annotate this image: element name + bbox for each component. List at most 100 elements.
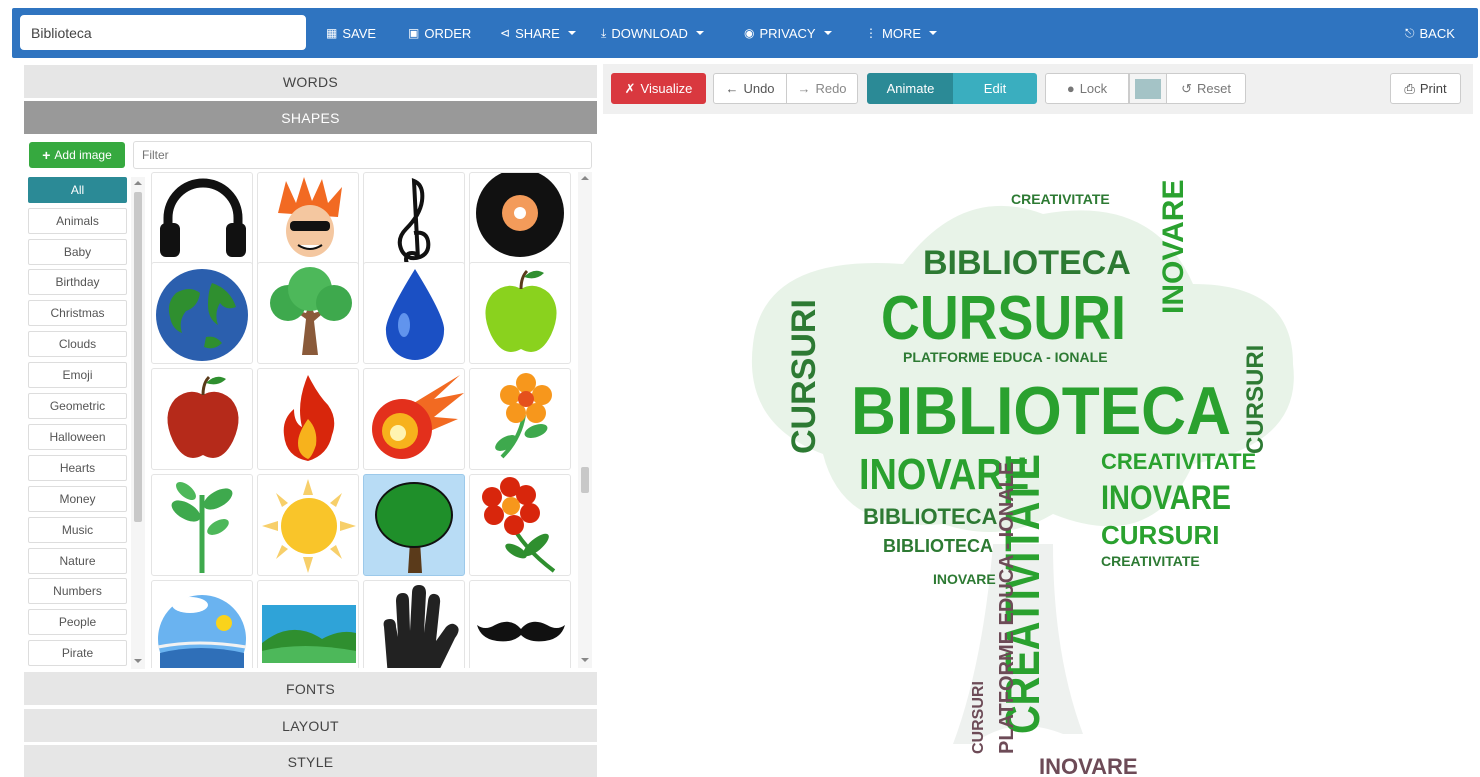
- cloud-word: CURSURI: [970, 681, 987, 754]
- sprout-icon[interactable]: [151, 474, 253, 576]
- print-button[interactable]: ⎙ Print: [1390, 73, 1461, 104]
- section-fonts[interactable]: FONTS: [24, 672, 597, 705]
- chevron-down-icon: [823, 31, 832, 35]
- earth-globe-icon[interactable]: [151, 262, 253, 364]
- tree-icon[interactable]: [363, 474, 465, 576]
- printer-icon: ⎙: [1404, 80, 1415, 96]
- back-button[interactable]: ⎋ BACK: [1405, 23, 1455, 43]
- red-flower-icon[interactable]: [469, 474, 571, 576]
- cloud-word: BIBLIOTECA: [883, 536, 993, 556]
- cloud-word: CREATIVITATE: [1101, 553, 1200, 569]
- top-toolbar: ▦SAVE ▣ORDER ⊲SHARE ⤓DOWNLOAD ◉PRIVACY ⋮…: [12, 8, 1478, 58]
- category-list: All Animals Baby Birthday Christmas Clou…: [28, 177, 128, 669]
- flower-icon[interactable]: [469, 368, 571, 470]
- cloud-word: BIBLIOTECA: [923, 244, 1131, 282]
- undo-arrow-icon: ←: [725, 81, 739, 96]
- section-style[interactable]: STYLE: [24, 745, 597, 777]
- red-apple-icon[interactable]: [151, 368, 253, 470]
- treble-clef-icon[interactable]: [363, 172, 465, 274]
- scroll-thumb[interactable]: [134, 192, 142, 522]
- visualize-button[interactable]: ✗ Visualize: [611, 73, 706, 104]
- category-item[interactable]: All: [28, 177, 127, 203]
- water-drop-icon[interactable]: [363, 262, 465, 364]
- cloud-word: CREATIVITATE: [1101, 449, 1256, 474]
- headphones-icon[interactable]: [151, 172, 253, 274]
- cloud-word: CURSURI: [881, 284, 1126, 353]
- privacy-menu[interactable]: ◉ PRIVACY: [744, 23, 832, 43]
- category-item[interactable]: Nature: [28, 548, 127, 574]
- eye-icon: ◉: [744, 26, 755, 40]
- fireball-icon[interactable]: [363, 368, 465, 470]
- scroll-down-arrow-icon[interactable]: [134, 659, 142, 663]
- shape-grid-scrollbar[interactable]: [578, 172, 592, 668]
- category-item[interactable]: Emoji: [28, 362, 127, 388]
- cloud-word: PLATFORME EDUCA - IONALE: [903, 349, 1108, 365]
- cartoon-face-icon[interactable]: [257, 172, 359, 274]
- magic-wand-icon: ✗: [624, 80, 636, 96]
- word-cloud-canvas[interactable]: BIBLIOTECA CURSURI BIBLIOTECA PLATFORME …: [603, 114, 1473, 777]
- edit-button[interactable]: Edit: [953, 73, 1037, 104]
- category-item[interactable]: Numbers: [28, 578, 127, 604]
- color-swatch: [1135, 78, 1161, 99]
- category-item[interactable]: Geometric: [28, 393, 127, 419]
- cart-icon: ▣: [408, 26, 420, 40]
- cloud-word: INOVARE: [1039, 754, 1138, 777]
- tree-icon[interactable]: [257, 262, 359, 364]
- green-apple-icon[interactable]: [469, 262, 571, 364]
- sun-icon[interactable]: [257, 474, 359, 576]
- category-item[interactable]: Christmas: [28, 300, 127, 326]
- cloud-word: BIBLIOTECA: [851, 373, 1231, 449]
- section-shapes[interactable]: SHAPES: [24, 101, 597, 134]
- cloud-word: CURSURI: [785, 299, 823, 454]
- save-button[interactable]: ▦ SAVE: [326, 23, 376, 43]
- cloud-word: INOVARE: [1157, 180, 1190, 314]
- lock-button[interactable]: ● Lock: [1045, 73, 1129, 104]
- color-swatch-button[interactable]: [1129, 73, 1167, 104]
- editor-panel: ✗ Visualize ← Undo → Redo Animate Edit ● Loc…: [603, 64, 1473, 777]
- redo-button[interactable]: → Redo: [786, 73, 858, 104]
- download-menu[interactable]: ⤓ DOWNLOAD: [601, 23, 704, 43]
- section-layout[interactable]: LAYOUT: [24, 709, 597, 742]
- section-words[interactable]: WORDS: [24, 65, 597, 98]
- cloud-word: INOVARE: [1101, 479, 1231, 517]
- category-item[interactable]: People: [28, 609, 127, 635]
- category-item[interactable]: Money: [28, 486, 127, 512]
- category-item[interactable]: Pirate: [28, 640, 127, 666]
- category-item[interactable]: Halloween: [28, 424, 127, 450]
- category-item[interactable]: Clouds: [28, 331, 127, 357]
- order-button[interactable]: ▣ ORDER: [408, 23, 471, 43]
- category-item[interactable]: Music: [28, 517, 127, 543]
- add-image-button[interactable]: + Add image: [29, 142, 125, 168]
- app-window: ▦SAVE ▣ORDER ⊲SHARE ⤓DOWNLOAD ◉PRIVACY ⋮…: [0, 0, 1480, 777]
- scroll-up-arrow-icon[interactable]: [134, 181, 142, 185]
- cloud-word: PLATFORME EDUCA - IONALE: [996, 462, 1018, 754]
- exit-icon: ⎋: [1405, 25, 1415, 40]
- plus-icon: +: [42, 147, 51, 163]
- cloud-word: CURSURI: [1242, 345, 1269, 454]
- scroll-thumb[interactable]: [581, 467, 589, 493]
- category-item[interactable]: Animals: [28, 208, 127, 234]
- vertical-dots-icon: ⋮: [865, 26, 877, 40]
- cloud-word: INOVARE: [933, 571, 996, 587]
- lock-icon: ●: [1066, 81, 1075, 96]
- more-menu[interactable]: ⋮ MORE: [865, 23, 937, 43]
- scroll-up-arrow-icon[interactable]: [581, 176, 589, 180]
- category-item[interactable]: Hearts: [28, 455, 127, 481]
- reset-button[interactable]: ↺ Reset: [1166, 73, 1246, 104]
- scroll-down-arrow-icon[interactable]: [581, 658, 589, 662]
- filter-input[interactable]: [133, 141, 592, 169]
- category-item[interactable]: Baby: [28, 239, 127, 265]
- sky-landscape-icon[interactable]: [151, 580, 253, 668]
- animate-button[interactable]: Animate: [867, 73, 954, 104]
- title-input[interactable]: [20, 15, 306, 50]
- share-menu[interactable]: ⊲ SHARE: [500, 23, 576, 43]
- category-item[interactable]: Birthday: [28, 269, 127, 295]
- vinyl-record-icon[interactable]: [469, 172, 571, 274]
- mustache-icon[interactable]: [469, 580, 571, 668]
- category-scrollbar[interactable]: [131, 177, 145, 669]
- word-cloud-tree: BIBLIOTECA CURSURI BIBLIOTECA PLATFORME …: [751, 180, 1294, 777]
- undo-button[interactable]: ← Undo: [713, 73, 787, 104]
- hand-icon[interactable]: [363, 580, 465, 668]
- hills-landscape-icon[interactable]: [257, 580, 359, 668]
- fire-icon[interactable]: [257, 368, 359, 470]
